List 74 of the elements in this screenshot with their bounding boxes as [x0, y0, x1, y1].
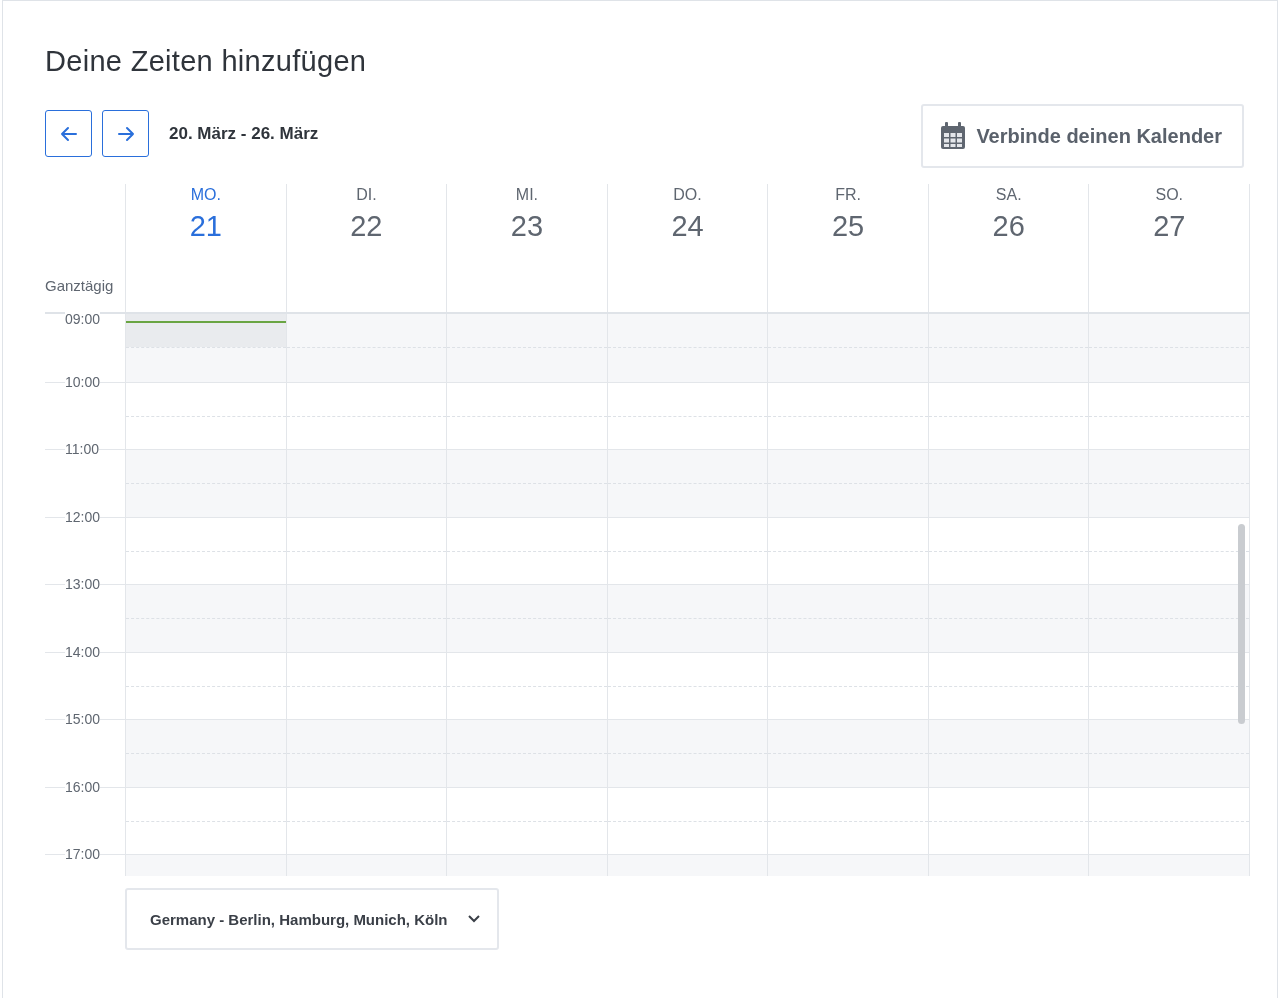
chevron-down-icon [467, 914, 481, 924]
calendar-slot[interactable] [606, 652, 768, 719]
day-number: 22 [350, 210, 383, 243]
calendar-slot[interactable] [1088, 517, 1250, 584]
calendar-slot[interactable] [285, 585, 447, 652]
calendar-slot[interactable] [285, 787, 447, 854]
calendar-slot[interactable] [1088, 720, 1250, 787]
calendar-slot[interactable] [1088, 585, 1250, 652]
calendar-slot[interactable] [446, 517, 607, 584]
calendar-slot[interactable] [446, 652, 607, 719]
hour-label: 17:00 [65, 846, 101, 862]
calendar-slot[interactable] [927, 787, 1089, 854]
calendar-slot[interactable] [927, 517, 1089, 584]
previous-week-button[interactable] [45, 110, 92, 157]
calendar-slot[interactable] [125, 382, 286, 449]
calendar-slot[interactable] [606, 314, 768, 382]
calendar-slot[interactable] [927, 652, 1089, 719]
day-number: 25 [831, 210, 865, 243]
day-number: 27 [1153, 210, 1186, 243]
next-week-button[interactable] [102, 110, 149, 157]
calendar-slot[interactable] [927, 314, 1089, 382]
calendar-slot[interactable] [927, 450, 1089, 517]
day-number: 23 [510, 210, 544, 243]
calendar-slot[interactable] [125, 314, 286, 382]
weekday-label: SA. [995, 186, 1022, 204]
calendar-slot[interactable] [1088, 450, 1250, 517]
calendar-slot[interactable] [606, 787, 768, 854]
calendar-slot[interactable] [767, 517, 928, 584]
calendar-slot[interactable] [285, 382, 447, 449]
calendar-slot[interactable] [446, 787, 607, 854]
calendar-slot[interactable] [285, 517, 447, 584]
calendar-slot[interactable] [446, 382, 607, 449]
calendar-slot[interactable] [285, 720, 447, 787]
page-title: Deine Zeiten hinzufügen [45, 45, 368, 78]
timezone-select[interactable]: Germany - Berlin, Hamburg, Munich, Köln [125, 888, 499, 950]
calendar-slot[interactable] [927, 382, 1089, 449]
day-number: 24 [671, 210, 704, 243]
calendar-slot[interactable] [767, 382, 928, 449]
day-number: 21 [189, 210, 222, 243]
calendar-slot[interactable] [767, 652, 928, 719]
calendar-slot[interactable] [285, 652, 447, 719]
calendar-slot[interactable] [285, 314, 447, 382]
calendar-icon [940, 122, 967, 150]
scrollbar-thumb[interactable] [1238, 524, 1245, 724]
weekday-label: DI. [356, 186, 377, 204]
date-range: 20. März - 26. März [169, 123, 319, 144]
calendar-slot[interactable] [125, 652, 286, 719]
calendar-slot[interactable] [927, 585, 1089, 652]
calendar-slot[interactable] [606, 720, 768, 787]
hour-label: 15:00 [65, 711, 101, 727]
calendar-slot[interactable] [285, 450, 447, 517]
hour-label: 11:00 [65, 441, 99, 457]
calendar-slot[interactable] [606, 517, 768, 584]
calendar-slot[interactable] [1088, 314, 1250, 382]
weekday-label: DO. [673, 186, 702, 204]
calendar-slot[interactable] [606, 450, 768, 517]
day-number: 26 [992, 210, 1025, 243]
calendar-slot[interactable] [927, 720, 1089, 787]
all-day-label: Ganztägig [45, 277, 114, 294]
calendar-slot[interactable] [125, 787, 286, 854]
calendar-slot[interactable] [1088, 382, 1250, 449]
weekday-label: MO. [190, 186, 221, 204]
calendar-slot[interactable] [125, 517, 286, 584]
calendar-slot[interactable] [606, 585, 768, 652]
weekday-label: MI. [515, 186, 539, 204]
calendar-slot[interactable] [1088, 652, 1250, 719]
calendar-slot[interactable] [767, 787, 928, 854]
connect-calendar-button[interactable]: Verbinde deinen Kalender [921, 104, 1244, 168]
hour-label: 13:00 [65, 576, 101, 592]
weekday-label: SO. [1155, 186, 1184, 204]
hour-label: 09:00 [65, 311, 101, 327]
calendar-slot[interactable] [1088, 787, 1250, 854]
weekday-label: FR. [835, 186, 861, 204]
calendar-slot[interactable] [606, 382, 768, 449]
